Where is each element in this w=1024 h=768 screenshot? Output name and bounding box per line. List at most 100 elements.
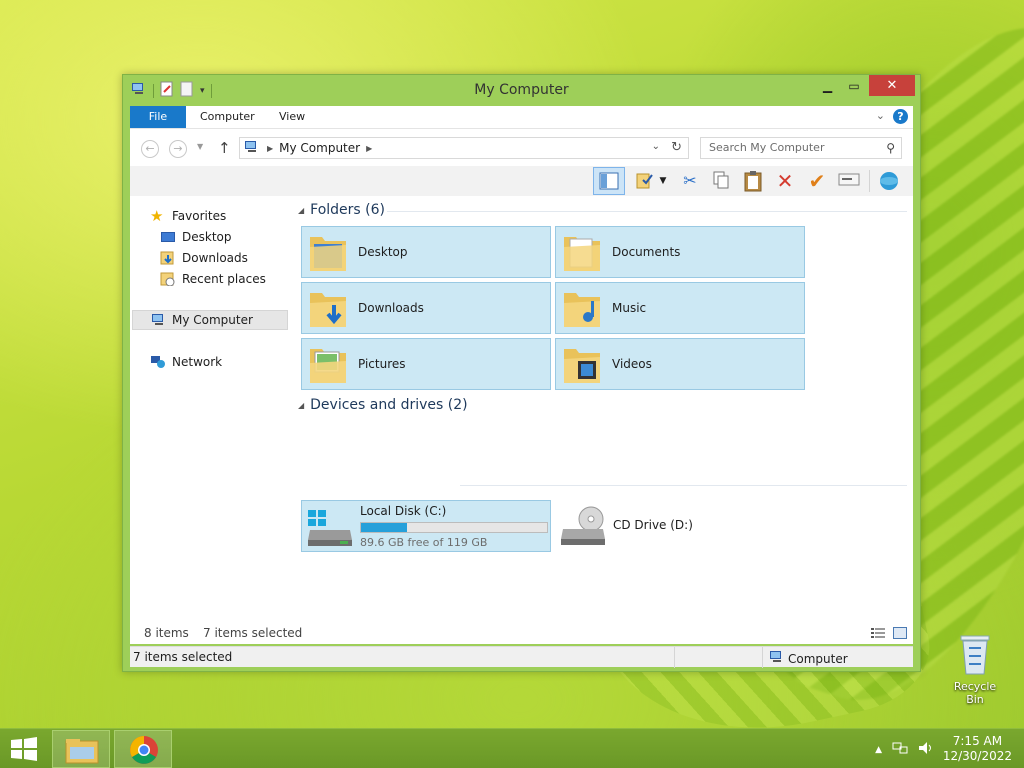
folders-group-header[interactable]: ◢ Folders (6) (298, 202, 385, 218)
minimize-button[interactable]: ▁ (814, 75, 841, 96)
cd-drive-icon (559, 505, 607, 547)
properties-icon[interactable] (633, 170, 657, 192)
chevron-down-icon[interactable]: ⌄ (876, 109, 885, 122)
paste-icon[interactable] (741, 170, 765, 192)
folders-header-label: Folders (6) (310, 202, 385, 218)
collapse-triangle-icon[interactable]: ◢ (298, 206, 304, 215)
navigation-pane: ★ Favorites Desktop Downloads Recent pla… (130, 196, 290, 644)
show-hidden-icons-icon[interactable]: ▲ (875, 745, 882, 755)
recycle-bin-desktop-icon[interactable]: Recycle Bin (944, 632, 1006, 706)
delete-icon[interactable]: ✕ (773, 170, 797, 192)
folder-tile-music[interactable]: Music (555, 282, 805, 334)
tab-file[interactable]: File (130, 106, 186, 128)
dropdown-icon[interactable]: ▼ (657, 170, 669, 192)
status-divider (762, 647, 763, 668)
computer-icon (150, 313, 166, 327)
drive-name: CD Drive (D:) (613, 518, 693, 532)
folder-label: Videos (612, 357, 652, 371)
status-divider (674, 647, 675, 668)
taskbar-clock[interactable]: 7:15 AM 12/30/2022 (943, 734, 1012, 764)
up-arrow-icon[interactable]: ↑ (218, 139, 231, 157)
taskbar: ▲ 7:15 AM 12/30/2022 (0, 728, 1024, 768)
nav-network-label: Network (172, 355, 223, 369)
refresh-icon[interactable]: ↻ (671, 140, 682, 155)
drive-cd-d[interactable]: CD Drive (D:) (555, 500, 805, 552)
forward-button[interactable]: → (169, 140, 187, 158)
preview-pane-button[interactable] (593, 167, 625, 195)
nav-downloads[interactable]: Downloads (160, 248, 248, 268)
rename-check-icon[interactable]: ✔ (805, 170, 829, 192)
large-icons-view-icon[interactable] (893, 627, 907, 639)
maximize-button[interactable]: ▭ (841, 75, 867, 96)
recycle-bin-label: Recycle Bin (953, 680, 997, 706)
help-icon[interactable]: ? (893, 109, 908, 124)
tab-computer[interactable]: Computer (200, 106, 255, 128)
breadcrumb-chevron-icon[interactable]: ▶ (366, 144, 372, 153)
cut-icon[interactable]: ✂ (678, 170, 702, 192)
details-status-line: 8 items 7 items selected (130, 624, 913, 644)
drives-group-header[interactable]: ◢ Devices and drives (2) (298, 397, 468, 413)
videos-folder-icon (562, 343, 602, 385)
network-globe-icon[interactable] (877, 170, 901, 192)
start-button[interactable] (10, 737, 38, 761)
breadcrumb[interactable]: My Computer (279, 141, 360, 155)
folder-tile-desktop[interactable]: Desktop (301, 226, 551, 278)
folder-label: Pictures (358, 357, 406, 371)
group-divider (387, 211, 907, 212)
explorer-window[interactable]: ▾ My Computer ▁ ▭ ✕ File Computer View ⌄… (122, 74, 921, 672)
recent-locations-icon[interactable]: ▼ (197, 142, 203, 151)
command-toolbar: ▼ ✂ ✕ ✔ (130, 166, 913, 196)
breadcrumb-chevron-icon[interactable]: ▶ (267, 144, 273, 153)
folder-tile-documents[interactable]: Documents (555, 226, 805, 278)
status-bar: 7 items selected Computer (130, 646, 913, 668)
group-divider (460, 485, 907, 486)
copy-icon[interactable] (709, 170, 733, 192)
nav-recent-places-label: Recent places (182, 272, 266, 286)
nav-desktop[interactable]: Desktop (160, 227, 232, 247)
window-title: My Computer (474, 82, 569, 98)
nav-downloads-label: Downloads (182, 251, 248, 265)
network-icon (150, 355, 166, 369)
music-folder-icon (562, 287, 602, 329)
folder-label: Downloads (358, 301, 424, 315)
computer-icon (243, 140, 261, 157)
chrome-icon (130, 736, 158, 764)
drive-local-c[interactable]: Local Disk (C:) 89.6 GB free of 119 GB (301, 500, 551, 552)
address-bar[interactable]: ▶ My Computer ▶ ⌄ ↻ (239, 137, 689, 159)
downloads-folder-icon (308, 287, 348, 329)
drive-map-icon[interactable] (837, 170, 861, 192)
close-button[interactable]: ✕ (869, 75, 915, 96)
volume-icon[interactable] (918, 741, 934, 758)
folder-tile-videos[interactable]: Videos (555, 338, 805, 390)
folder-label: Music (612, 301, 647, 315)
details-view-icon[interactable] (871, 627, 885, 639)
nav-favorites-label: Favorites (172, 209, 227, 223)
drive-free-space: 89.6 GB free of 119 GB (360, 536, 488, 549)
search-input[interactable]: Search My Computer ⚲ (700, 137, 902, 159)
tab-view[interactable]: View (279, 106, 305, 128)
file-list: ◢ Folders (6) Desktop Documents Download… (290, 196, 913, 644)
folder-label: Desktop (358, 245, 408, 259)
address-dropdown-icon[interactable]: ⌄ (652, 141, 660, 152)
collapse-triangle-icon[interactable]: ◢ (298, 401, 304, 410)
clock-time: 7:15 AM (952, 734, 1003, 748)
nav-recent-places[interactable]: Recent places (160, 269, 266, 289)
taskbar-chrome[interactable] (114, 730, 172, 768)
nav-network[interactable]: Network (150, 352, 222, 372)
back-button[interactable]: ← (141, 140, 159, 158)
nav-my-computer[interactable]: My Computer (132, 310, 288, 330)
recent-places-icon (160, 272, 176, 287)
taskbar-file-explorer[interactable] (52, 730, 110, 768)
downloads-folder-icon (160, 251, 176, 265)
nav-my-computer-label: My Computer (172, 313, 253, 327)
title-bar[interactable]: ▾ My Computer ▁ ▭ ✕ (123, 75, 920, 105)
folder-tile-downloads[interactable]: Downloads (301, 282, 551, 334)
nav-favorites[interactable]: ★ Favorites (150, 206, 226, 226)
desktop-icon (160, 230, 176, 244)
system-tray: ▲ (875, 741, 934, 758)
hard-drive-icon (306, 506, 354, 548)
folder-tile-pictures[interactable]: Pictures (301, 338, 551, 390)
desktop-folder-icon (308, 231, 348, 273)
folder-label: Documents (612, 245, 681, 259)
network-status-icon[interactable] (892, 741, 908, 758)
